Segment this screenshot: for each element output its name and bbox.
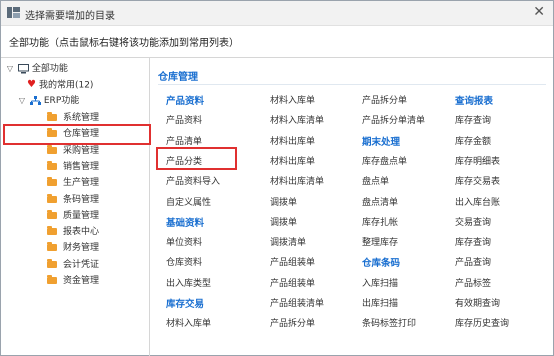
function-link[interactable]: 产品拆分单	[362, 93, 407, 106]
tree-favorites-label: 我的常用(12)	[38, 80, 94, 91]
window-icon	[7, 7, 20, 18]
tree-root[interactable]: ▽ 全部功能	[5, 61, 68, 77]
tree-module-item[interactable]: 资金管理	[47, 273, 99, 289]
collapse-icon[interactable]: ▽	[17, 93, 27, 109]
group-heading: 查询报表	[455, 96, 494, 107]
function-link[interactable]: 库存历史查询	[455, 316, 509, 329]
function-link[interactable]: 库存查询	[455, 235, 491, 248]
selected-module-highlight	[3, 124, 151, 145]
group-heading: 期末处理	[362, 136, 401, 148]
tree-module-label: 生产管理	[63, 178, 100, 189]
function-link[interactable]: 库存金额	[455, 134, 491, 147]
function-link[interactable]: 产品清单	[166, 134, 202, 147]
title-bar: 选择需要增加的目录 ✕	[1, 1, 553, 26]
function-link[interactable]: 材料入库单	[166, 316, 211, 329]
tree-module-item[interactable]: 销售管理	[47, 159, 99, 175]
folder-icon	[47, 160, 57, 170]
tree-module-label: 采购管理	[63, 145, 100, 156]
function-link[interactable]: 库存扎帐	[362, 215, 398, 228]
function-link[interactable]: 调拨单	[270, 195, 297, 208]
tree-root-label: 全部功能	[31, 64, 68, 74]
folder-icon	[47, 275, 57, 284]
function-link[interactable]: 出库扫描	[362, 296, 398, 309]
function-link[interactable]: 产品资料导入	[166, 174, 220, 187]
function-link[interactable]: 条码标签打印	[362, 316, 416, 329]
tree-module-label: 财务管理	[63, 243, 100, 254]
function-link[interactable]: 材料入库单	[270, 93, 315, 106]
section-title: 仓库管理	[158, 72, 198, 83]
function-link[interactable]: 交易查询	[455, 215, 491, 228]
folder-icon	[47, 112, 57, 121]
tree-module-label: 系统管理	[63, 113, 100, 123]
function-link[interactable]: 入库扫描	[362, 276, 398, 289]
dialog-window: 选择需要增加的目录 ✕ 全部功能（点击鼠标右键将该功能添加到常用列表） ▽ 全部…	[0, 0, 554, 356]
org-chart-icon	[29, 95, 41, 105]
main-panel: ▽ 全部功能 ♥ 我的常用(12) ▽ ERP功能 系统管理 仓库管理采购管理销售管…	[1, 57, 553, 356]
function-link[interactable]: 仓库资料	[166, 255, 202, 268]
group-heading: 产品资料	[166, 96, 205, 107]
function-link[interactable]: 产品拆分单	[270, 316, 315, 329]
function-link[interactable]: 产品标签	[455, 276, 491, 289]
function-link[interactable]: 材料出库清单	[270, 174, 324, 187]
group-heading: 仓库条码	[362, 258, 401, 270]
function-link[interactable]: 材料出库单	[270, 134, 315, 147]
function-link[interactable]: 库存明细表	[455, 154, 500, 167]
monitor-icon	[17, 63, 29, 73]
function-link[interactable]: 材料入库清单	[270, 113, 324, 126]
function-link[interactable]: 盘点清单	[362, 195, 398, 208]
module-content: 仓库管理 产品资料 产品资料 产品清单 产品分类 产品资料导入 自定义属性 基础资料 单位资料…	[150, 58, 553, 356]
group-heading: 库存交易	[166, 299, 205, 310]
tree-module-item[interactable]: 生产管理	[47, 175, 99, 191]
collapse-icon[interactable]: ▽	[5, 61, 15, 77]
tree-module-item[interactable]: 会计凭证	[47, 257, 99, 273]
function-link[interactable]: 库存查询	[455, 113, 491, 126]
section-divider	[158, 84, 546, 85]
tree-module-label: 资金管理	[63, 276, 100, 286]
function-link[interactable]: 库存交易表	[455, 174, 500, 187]
tree-module-label: 条码管理	[63, 194, 100, 205]
tree-erp[interactable]: ▽ ERP功能	[17, 93, 79, 109]
function-tree: ▽ 全部功能 ♥ 我的常用(12) ▽ ERP功能 系统管理 仓库管理 采购管理 销售管…	[1, 58, 151, 356]
folder-icon	[47, 144, 57, 154]
function-link[interactable]: 库存盘点单	[362, 154, 407, 167]
function-link[interactable]: 产品组装清单	[270, 296, 324, 309]
function-link[interactable]: 整理库存	[362, 235, 398, 248]
function-link[interactable]: 产品组装单	[270, 255, 315, 268]
heart-icon: ♥	[27, 79, 36, 90]
function-link[interactable]: 有效期查询	[455, 296, 500, 309]
tree-erp-label: ERP功能	[43, 96, 80, 106]
function-link[interactable]: 出入库类型	[166, 276, 211, 289]
close-icon[interactable]: ✕	[533, 4, 545, 20]
folder-icon	[47, 209, 57, 219]
folder-icon	[47, 193, 57, 203]
highlighted-item-box	[156, 147, 237, 170]
function-link[interactable]: 调拨单	[270, 215, 297, 228]
tree-module-label: 报表中心	[63, 227, 100, 238]
folder-icon	[47, 242, 57, 252]
tree-module-label: 会计凭证	[63, 259, 100, 270]
function-link[interactable]: 产品资料	[166, 113, 202, 126]
tree-module-item[interactable]: 财务管理	[47, 240, 99, 256]
tree-module-item[interactable]: 条码管理	[47, 192, 99, 208]
tree-module-label: 销售管理	[63, 161, 100, 172]
hint-text: 全部功能（点击鼠标右键将该功能添加到常用列表）	[9, 38, 239, 49]
function-link[interactable]: 出入库台账	[455, 195, 500, 208]
folder-icon	[47, 258, 57, 268]
group-heading: 基础资料	[166, 217, 205, 229]
function-link[interactable]: 产品组装单	[270, 276, 315, 289]
tree-module-item[interactable]: 质量管理	[47, 208, 99, 224]
function-link[interactable]: 自定义属性	[166, 195, 211, 208]
folder-icon	[47, 177, 57, 187]
function-link[interactable]: 盘点单	[362, 174, 389, 187]
tree-module-item[interactable]: 报表中心	[47, 224, 99, 240]
function-link[interactable]: 单位资料	[166, 235, 202, 248]
function-link[interactable]: 产品拆分单清单	[362, 113, 425, 126]
tree-module-label: 质量管理	[63, 210, 100, 221]
folder-icon	[47, 226, 57, 236]
function-link[interactable]: 产品查询	[455, 255, 491, 268]
tree-favorites[interactable]: ♥ 我的常用(12)	[27, 77, 93, 93]
function-link[interactable]: 调拨清单	[270, 235, 306, 248]
function-link[interactable]: 材料出库单	[270, 154, 315, 167]
window-title: 选择需要增加的目录	[25, 11, 115, 22]
